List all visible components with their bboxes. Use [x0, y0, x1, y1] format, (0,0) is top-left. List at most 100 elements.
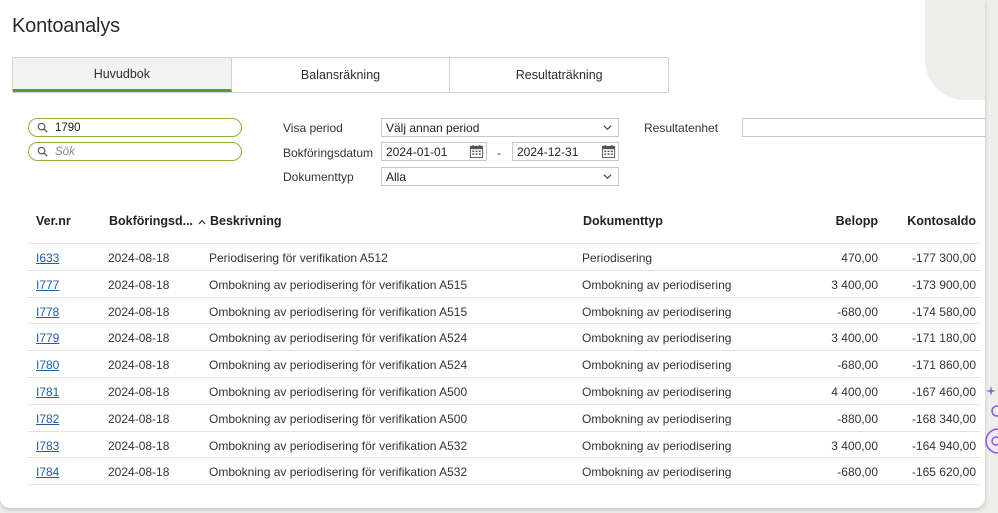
document-type-cell: Ombokning av periodisering: [582, 304, 732, 319]
tab-huvudbok[interactable]: Huvudbok: [13, 58, 232, 92]
ver-nr-link[interactable]: I783: [36, 439, 59, 453]
description-cell: Ombokning av periodisering för verifikat…: [209, 411, 468, 426]
ver-nr-link[interactable]: I777: [36, 278, 59, 292]
column-header-bokforingsdatum[interactable]: Bokföringsd...: [109, 214, 206, 228]
balance-cell: -165 620,00: [911, 465, 976, 480]
table-row: I780 2024-08-18 Ombokning av periodisering…: [28, 351, 980, 378]
resultatenhet-label: Resultatenhet: [644, 121, 719, 135]
table-row: I784 2024-08-18 Ombokning av periodisering…: [28, 458, 980, 486]
table-body: I633 2024-08-18 Periodisering för verifika…: [28, 237, 980, 486]
page-corner-cutout: [925, 0, 985, 100]
visa-period-value: Välj annan period: [386, 120, 480, 135]
table-row: I777 2024-08-18 Ombokning av periodisering…: [28, 271, 980, 298]
booking-date-cell: 2024-08-18: [108, 438, 170, 453]
visa-period-label: Visa period: [283, 121, 343, 135]
booking-date-cell: 2024-08-18: [108, 465, 170, 480]
tab-balansrakning[interactable]: Balansräkning: [232, 58, 451, 92]
table-row: I779 2024-08-18 Ombokning av periodisering…: [28, 324, 980, 352]
account-search-box: [28, 118, 242, 137]
description-cell: Ombokning av periodisering för verifikat…: [209, 277, 468, 292]
balance-cell: -167 460,00: [911, 384, 976, 399]
table-header: Ver.nr Bokföringsd... Beskrivning Dokume…: [28, 208, 980, 234]
ver-nr-link[interactable]: I781: [36, 385, 59, 399]
ver-nr-link[interactable]: I778: [36, 305, 59, 319]
assistant-widget[interactable]: [984, 383, 998, 455]
date-to-field[interactable]: 2024-12-31: [512, 142, 619, 161]
column-header-bokforingsdatum-label: Bokföringsd...: [109, 214, 194, 228]
amount-cell: 3 400,00: [831, 277, 878, 292]
table-row: I778 2024-08-18 Ombokning av periodisering…: [28, 298, 980, 325]
ver-nr-link[interactable]: I633: [36, 251, 59, 265]
dokumenttyp-select[interactable]: Alla: [381, 167, 619, 186]
date-from-value: 2024-01-01: [386, 144, 448, 159]
visa-period-select[interactable]: Välj annan period: [381, 118, 619, 137]
main-panel: Kontoanalys Huvudbok Balansräkning Resul…: [0, 0, 985, 508]
search-icon: [37, 146, 48, 157]
amount-cell: -680,00: [837, 304, 878, 319]
balance-cell: -164 940,00: [911, 438, 976, 453]
tab-resultatrakning[interactable]: Resultaträkning: [450, 58, 668, 92]
booking-date-cell: 2024-08-18: [108, 411, 170, 426]
assistant-icon: [991, 405, 998, 417]
ver-nr-link[interactable]: I779: [36, 331, 59, 345]
column-header-belopp[interactable]: Belopp: [836, 214, 878, 228]
tab-bar: Huvudbok Balansräkning Resultaträkning: [12, 57, 669, 93]
amount-cell: 470,00: [841, 251, 878, 265]
table-row: I633 2024-08-18 Periodisering för verifika…: [28, 244, 980, 271]
resultatenhet-select[interactable]: [742, 118, 985, 137]
booking-date-cell: 2024-08-18: [108, 304, 170, 319]
sparkle-icon: [986, 386, 996, 396]
document-type-cell: Ombokning av periodisering: [582, 465, 732, 480]
ver-nr-link[interactable]: I780: [36, 358, 59, 372]
description-cell: Ombokning av periodisering för verifikat…: [209, 465, 468, 480]
description-cell: Ombokning av periodisering för verifikat…: [209, 438, 468, 453]
description-cell: Ombokning av periodisering för verifikat…: [209, 331, 468, 346]
date-from-field[interactable]: 2024-01-01: [381, 142, 487, 161]
column-header-dokumenttyp[interactable]: Dokumenttyp: [583, 214, 663, 228]
column-header-beskrivning[interactable]: Beskrivning: [210, 214, 282, 228]
table-row: I782 2024-08-18 Ombokning av periodisering…: [28, 405, 980, 432]
balance-cell: -177 300,00: [911, 251, 976, 265]
dokumenttyp-value: Alla: [386, 169, 407, 184]
balance-cell: -173 900,00: [911, 277, 976, 292]
document-type-cell: Ombokning av periodisering: [582, 358, 732, 373]
page-title: Kontoanalys: [12, 15, 120, 37]
document-type-cell: Ombokning av periodisering: [582, 384, 732, 399]
dokumenttyp-label: Dokumenttyp: [283, 170, 354, 184]
description-cell: Ombokning av periodisering för verifikat…: [209, 358, 468, 373]
document-type-cell: Ombokning av periodisering: [582, 411, 732, 426]
document-type-cell: Ombokning av periodisering: [582, 277, 732, 292]
table-row: I781 2024-08-18 Ombokning av periodisering…: [28, 378, 980, 405]
search-icon: [37, 122, 48, 133]
description-cell: Periodisering för verifikation A512: [209, 251, 388, 265]
date-to-value: 2024-12-31: [517, 144, 579, 159]
chevron-down-icon: [603, 174, 612, 180]
booking-date-cell: 2024-08-18: [108, 384, 170, 399]
search-input[interactable]: [55, 145, 235, 158]
column-header-ver-nr[interactable]: Ver.nr: [36, 214, 71, 228]
amount-cell: 3 400,00: [831, 331, 878, 346]
ver-nr-link[interactable]: I782: [36, 412, 59, 426]
booking-date-cell: 2024-08-18: [108, 358, 170, 373]
document-type-cell: Ombokning av periodisering: [582, 331, 732, 346]
account-search-input[interactable]: [55, 121, 235, 134]
balance-cell: -174 580,00: [911, 304, 976, 319]
calendar-icon[interactable]: [469, 144, 484, 159]
ver-nr-link[interactable]: I784: [36, 465, 59, 479]
calendar-icon[interactable]: [601, 144, 616, 159]
bokforingsdatum-label: Bokföringsdatum: [283, 146, 374, 160]
description-cell: Ombokning av periodisering för verifikat…: [209, 304, 468, 319]
table-row-partial: [28, 237, 980, 244]
booking-date-cell: 2024-08-18: [108, 331, 170, 346]
amount-cell: 3 400,00: [831, 438, 878, 453]
balance-cell: -168 340,00: [911, 411, 976, 426]
chevron-down-icon: [603, 125, 612, 131]
document-type-cell: Periodisering: [582, 251, 653, 265]
sort-up-icon: [198, 219, 206, 225]
balance-cell: -171 180,00: [911, 331, 976, 346]
balance-cell: -171 860,00: [911, 358, 976, 373]
booking-date-cell: 2024-08-18: [108, 251, 170, 265]
column-header-kontosaldo[interactable]: Kontosaldo: [907, 214, 976, 228]
amount-cell: 4 400,00: [831, 384, 878, 399]
table-rows: I633 2024-08-18 Periodisering för verifika…: [28, 244, 980, 486]
